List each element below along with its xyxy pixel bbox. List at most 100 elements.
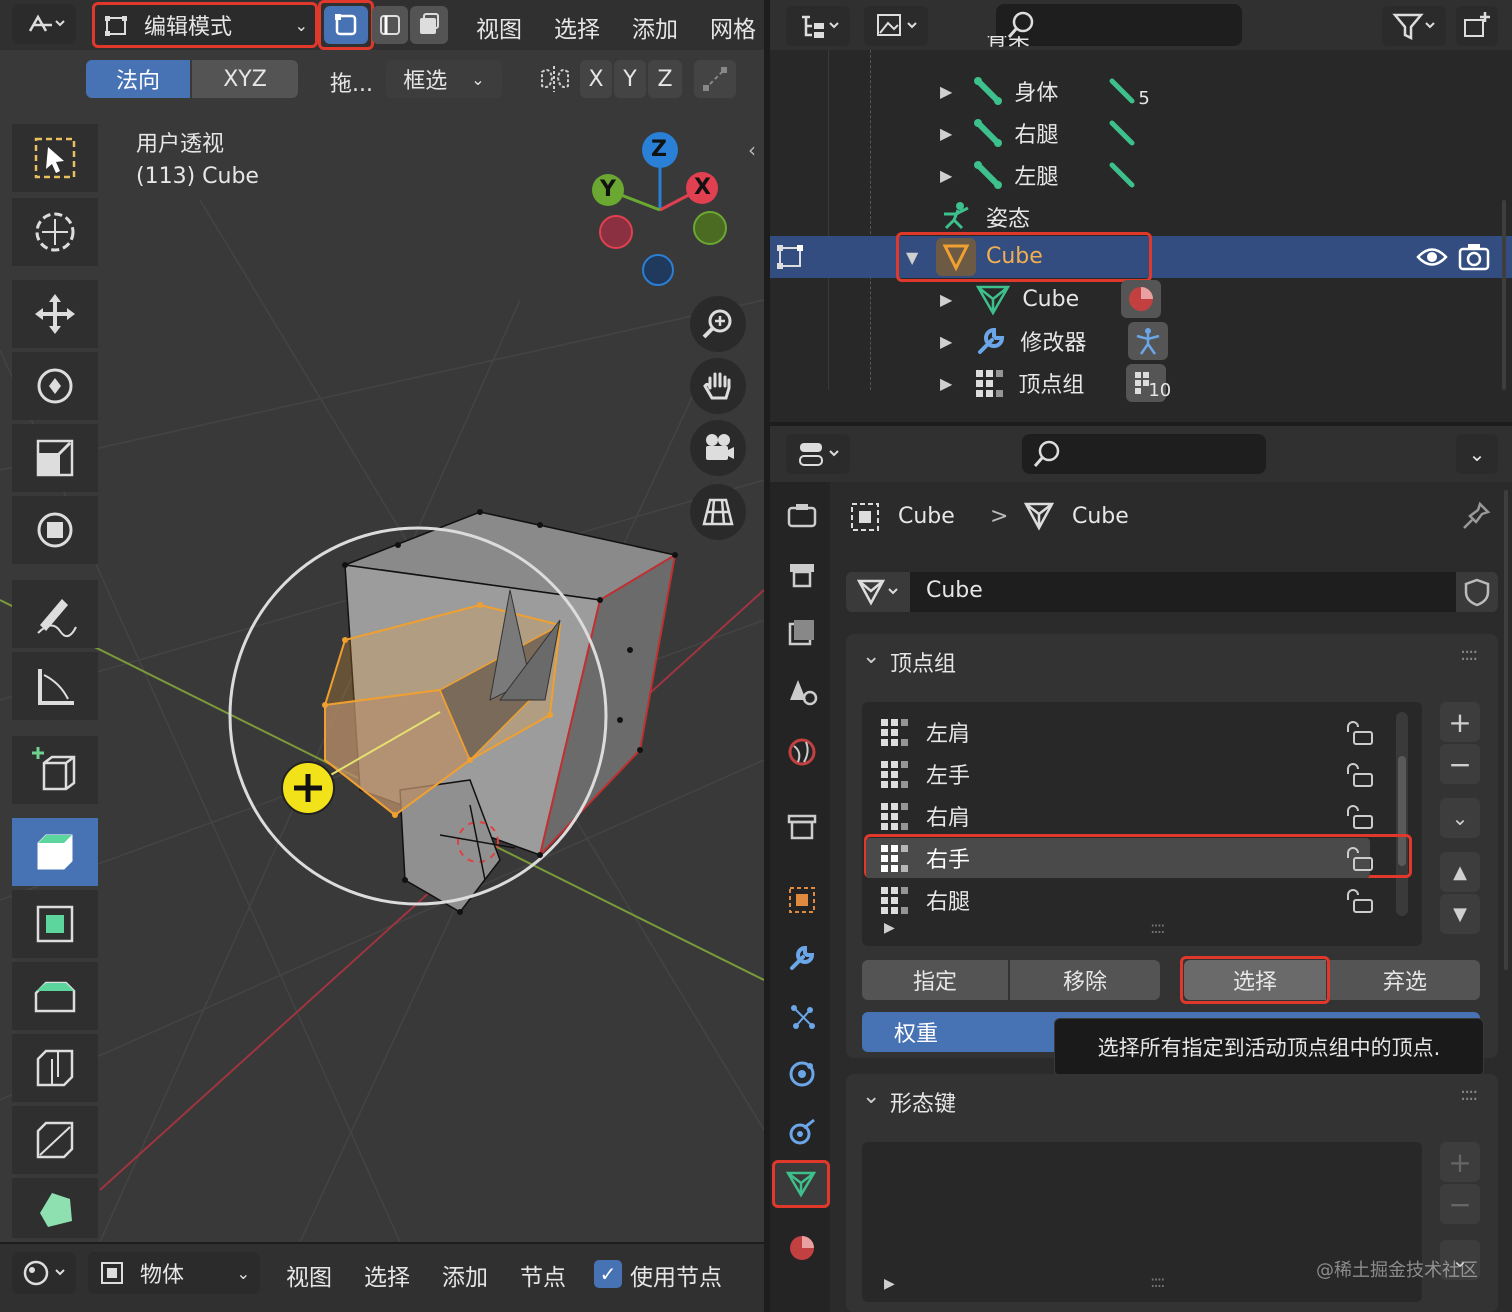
snap-button[interactable] [694,60,736,98]
move-up-button[interactable]: ▲ [1440,852,1480,892]
outliner-row-cube-mesh[interactable]: ▶ Cube [940,278,1200,320]
mesh-browse-button[interactable] [846,572,910,612]
assign-button[interactable]: 指定 [862,960,1008,1000]
camera-view-button[interactable] [690,420,746,476]
zoom-button[interactable] [690,296,746,352]
tool-poly-build[interactable] [12,1178,98,1238]
tool-transform[interactable] [12,496,98,564]
edit-mode-toggle-icon[interactable] [774,240,808,274]
drag-handle-icon[interactable]: :::: [1460,644,1478,665]
pin-icon[interactable] [1460,500,1492,532]
vertex-group-specials-button[interactable]: ⌄ [1440,798,1480,838]
bottom-menu-node[interactable]: 节点 [520,1258,566,1292]
tool-bevel[interactable] [12,962,98,1030]
properties-search-input[interactable] [1022,434,1266,474]
tab-mesh-data[interactable] [772,1160,830,1208]
object-mode-dropdown[interactable]: 物体 ⌄ [88,1252,260,1294]
list-resize-handle-icon[interactable]: :::: [1150,918,1166,937]
unlock-icon[interactable] [1344,762,1374,788]
tool-cursor[interactable] [12,198,98,266]
remove-vertex-group-button[interactable]: − [1440,744,1480,784]
vertex-group-item[interactable]: 右肩 [866,796,1396,836]
vertex-group-item[interactable]: 左肩 [866,712,1396,752]
menu-mesh[interactable]: 网格 [710,10,756,44]
use-nodes-checkbox[interactable]: ✓ [594,1260,622,1288]
menu-select[interactable]: 选择 [554,10,600,44]
mirror-y-button[interactable]: Y [614,60,646,98]
unlock-icon[interactable] [1344,888,1374,914]
tab-output[interactable] [780,610,824,654]
expand-arrow-icon[interactable]: ▶ [940,166,952,185]
mirror-z-button[interactable]: Z [648,60,682,98]
properties-editor-type-button[interactable] [786,434,850,474]
properties-scrollbar[interactable] [1504,490,1508,970]
expand-arrow-icon[interactable]: ▶ [940,82,952,101]
add-shape-key-button[interactable]: + [1440,1142,1480,1182]
drag-handle-icon[interactable]: :::: [1460,1084,1478,1105]
outliner-row-left-leg[interactable]: ▶ 左腿 [940,154,1240,196]
select-button[interactable]: 选择 [1184,960,1326,1000]
normal-orientation-button[interactable]: 法向 [86,60,190,98]
tool-knife[interactable] [12,1106,98,1174]
unlock-icon[interactable] [1344,846,1374,872]
list-resize-handle-icon[interactable]: :::: [1150,1272,1166,1291]
tab-render[interactable] [780,552,824,596]
fake-user-button[interactable] [1456,572,1498,612]
properties-options-button[interactable]: ⌄ [1456,434,1498,474]
unlock-icon[interactable] [1344,804,1374,830]
chevron-down-icon[interactable]: ⌄ [862,1084,880,1109]
tab-collection[interactable] [780,804,824,848]
tool-select-box[interactable] [12,124,98,192]
new-collection-button[interactable] [1456,6,1498,46]
vertex-group-item-active[interactable]: 右手 [866,838,1373,878]
expand-arrow-icon[interactable]: ▶ [940,374,952,393]
outliner-search-input[interactable] [996,4,1242,46]
mirror-icon[interactable] [538,62,572,96]
vertex-groups-title[interactable]: 顶点组 [890,646,956,678]
tool-scale[interactable] [12,424,98,492]
tool-rotate[interactable] [12,352,98,420]
collapse-arrow-icon[interactable]: ‹ [748,138,756,162]
tab-object[interactable] [780,878,824,922]
tool-inset[interactable] [12,890,98,958]
bottom-menu-view[interactable]: 视图 [286,1258,332,1292]
add-vertex-group-button[interactable]: + [1440,702,1480,742]
bottom-menu-select[interactable]: 选择 [364,1258,410,1292]
display-mode-button[interactable] [864,6,928,46]
outliner-row-modifiers[interactable]: ▶ 修改器 [940,320,1200,362]
outliner-row-armature[interactable]: 骨架 [940,36,1030,58]
tab-view-layer[interactable] [780,670,824,714]
collapse-arrow-icon[interactable]: ▼ [906,248,918,267]
deselect-button[interactable]: 弃选 [1330,960,1480,1000]
xyz-orientation-button[interactable]: XYZ [192,60,298,98]
menu-view[interactable]: 视图 [476,10,522,44]
menu-add[interactable]: 添加 [632,10,678,44]
expand-arrow-icon[interactable]: ▶ [940,290,952,309]
outliner-row-vertex-groups[interactable]: ▶ 顶点组 10 [940,362,1220,404]
drag-select-dropdown[interactable]: 框选 ⌄ [386,60,502,98]
tool-loop-cut[interactable] [12,1034,98,1102]
tab-constraints[interactable] [780,1110,824,1154]
outliner-row-right-leg[interactable]: ▶ 右腿 [940,112,1240,154]
tab-modifiers[interactable] [780,936,824,980]
tab-tool[interactable] [780,494,824,538]
mesh-name-value[interactable]: Cube [926,578,983,603]
expand-arrow-icon[interactable]: ▶ [940,332,952,351]
list-filter-toggle-icon[interactable]: ▶ [884,920,895,936]
outliner-scrollbar[interactable] [1502,200,1506,390]
mirror-x-button[interactable]: X [580,60,612,98]
vertex-select-button[interactable] [324,6,368,44]
viewport-3d[interactable]: 编辑模式 ⌄ 视图 选择 添加 网格 法向 XYZ 拖... 框选 ⌄ X Y … [0,0,764,1242]
move-down-button[interactable]: ▼ [1440,894,1480,934]
tool-annotate[interactable] [12,580,98,648]
editor-type-button[interactable] [12,4,76,44]
expand-arrow-icon[interactable]: ▶ [940,124,952,143]
remove-shape-key-button[interactable]: − [1440,1184,1480,1224]
node-editor-type-button[interactable] [12,1252,76,1294]
tool-measure[interactable] [12,652,98,720]
chevron-down-icon[interactable]: ⌄ [862,644,880,669]
eye-icon[interactable] [1416,242,1448,272]
render-camera-icon[interactable] [1458,242,1490,272]
filter-button[interactable] [1382,6,1446,46]
tool-extrude[interactable] [12,818,98,886]
